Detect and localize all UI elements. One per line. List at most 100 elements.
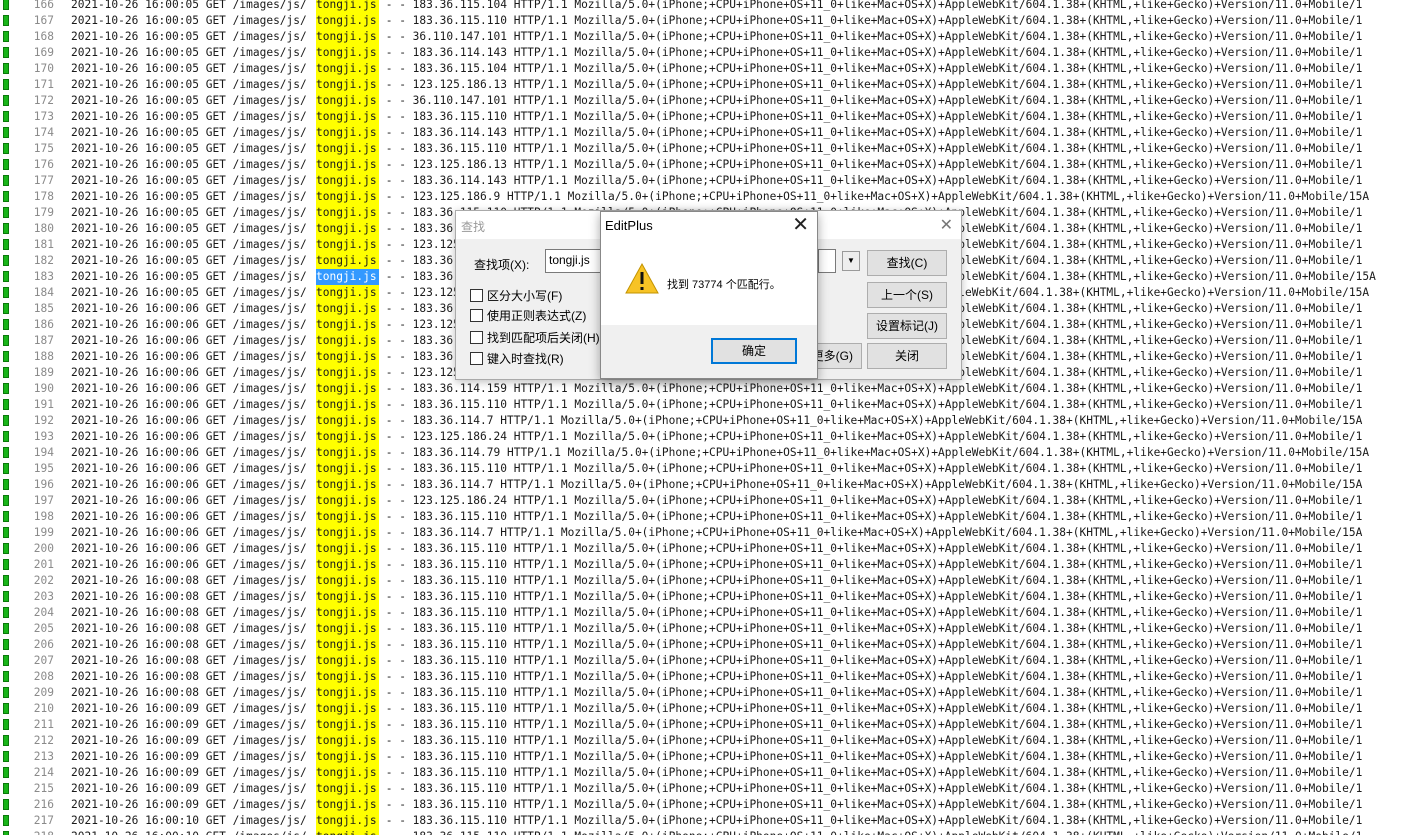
log-line[interactable]: 200 2021-10-26 16:00:06 GET /images/js/to… [0,541,1402,557]
warning-icon [625,262,659,294]
find-as-type-checkbox[interactable]: 键入时查找(R) [470,350,564,367]
set-mark-button[interactable]: 设置标记(J) [867,313,947,339]
log-line[interactable]: 211 2021-10-26 16:00:09 GET /images/js/to… [0,717,1402,733]
log-line[interactable]: 193 2021-10-26 16:00:06 GET /images/js/to… [0,429,1402,445]
log-line[interactable]: 172 2021-10-26 16:00:05 GET /images/js/to… [0,93,1402,109]
line-marker [3,415,9,426]
log-prefix: 2021-10-26 16:00:08 GET /images/js/ [71,654,307,667]
log-line[interactable]: 191 2021-10-26 16:00:06 GET /images/js/to… [0,397,1402,413]
ok-button[interactable]: 确定 [711,338,797,364]
log-prefix: 2021-10-26 16:00:06 GET /images/js/ [71,446,307,459]
log-suffix: - - 183.36.115.110 HTTP/1.1 Mozilla/5.0+… [379,462,1363,475]
message-box-title: EditPlus [605,218,653,233]
line-marker [3,127,9,138]
find-input-dropdown[interactable] [818,249,836,273]
log-suffix: - - 183.36.115.110 HTTP/1.1 Mozilla/5.0+… [379,686,1363,699]
log-prefix: 2021-10-26 16:00:10 GET /images/js/ [71,829,307,835]
log-line[interactable]: 207 2021-10-26 16:00:08 GET /images/js/to… [0,653,1402,669]
search-match: tongji.js [316,813,379,829]
search-match: tongji.js [316,125,379,141]
log-line[interactable]: 197 2021-10-26 16:00:06 GET /images/js/to… [0,493,1402,509]
log-line[interactable]: 190 2021-10-26 16:00:06 GET /images/js/to… [0,381,1402,397]
close-icon[interactable]: ✕ [940,215,953,235]
line-number: 184 [33,286,54,299]
log-line[interactable]: 203 2021-10-26 16:00:08 GET /images/js/to… [0,589,1402,605]
line-number: 213 [33,750,54,763]
line-number: 168 [33,30,54,43]
close-after-match-checkbox[interactable]: 找到匹配项后关闭(H) [470,329,600,346]
log-prefix: 2021-10-26 16:00:06 GET /images/js/ [71,366,307,379]
find-history-button[interactable]: ▼ [842,251,860,271]
log-suffix: - - 183.36.114.143 HTTP/1.1 Mozilla/5.0+… [379,46,1363,59]
line-marker [3,383,9,394]
line-marker [3,815,9,826]
log-line[interactable]: 174 2021-10-26 16:00:05 GET /images/js/to… [0,125,1402,141]
log-prefix: 2021-10-26 16:00:09 GET /images/js/ [71,750,307,763]
log-line[interactable]: 166 2021-10-26 16:00:05 GET /images/js/to… [0,0,1402,13]
editor-area[interactable]: 166 2021-10-26 16:00:05 GET /images/js/to… [0,0,1402,835]
search-match: tongji.js [316,301,379,317]
log-line[interactable]: 205 2021-10-26 16:00:08 GET /images/js/to… [0,621,1402,637]
log-suffix: - - 183.36.115.110 HTTP/1.1 Mozilla/5.0+… [379,734,1363,747]
log-line[interactable]: 204 2021-10-26 16:00:08 GET /images/js/to… [0,605,1402,621]
log-prefix: 2021-10-26 16:00:09 GET /images/js/ [71,766,307,779]
log-line[interactable]: 216 2021-10-26 16:00:09 GET /images/js/to… [0,797,1402,813]
log-prefix: 2021-10-26 16:00:05 GET /images/js/ [71,206,307,219]
log-line[interactable]: 194 2021-10-26 16:00:06 GET /images/js/to… [0,445,1402,461]
log-line[interactable]: 177 2021-10-26 16:00:05 GET /images/js/to… [0,173,1402,189]
log-line[interactable]: 218 2021-10-26 16:00:10 GET /images/js/to… [0,829,1402,835]
log-prefix: 2021-10-26 16:00:08 GET /images/js/ [71,638,307,651]
log-prefix: 2021-10-26 16:00:05 GET /images/js/ [71,286,307,299]
log-line[interactable]: 170 2021-10-26 16:00:05 GET /images/js/to… [0,61,1402,77]
line-marker [3,639,9,650]
close-icon[interactable]: ✕ [792,213,809,237]
search-match: tongji.js [316,61,379,77]
log-line[interactable]: 201 2021-10-26 16:00:06 GET /images/js/to… [0,557,1402,573]
log-line[interactable]: 209 2021-10-26 16:00:08 GET /images/js/to… [0,685,1402,701]
line-number: 185 [33,302,54,315]
log-line[interactable]: 217 2021-10-26 16:00:10 GET /images/js/to… [0,813,1402,829]
search-match: tongji.js [316,445,379,461]
log-line[interactable]: 198 2021-10-26 16:00:06 GET /images/js/to… [0,509,1402,525]
regex-checkbox[interactable]: 使用正则表达式(Z) [470,307,586,324]
log-line[interactable]: 196 2021-10-26 16:00:06 GET /images/js/to… [0,477,1402,493]
log-line[interactable]: 212 2021-10-26 16:00:09 GET /images/js/to… [0,733,1402,749]
log-suffix: - - 183.36.115.110 HTTP/1.1 Mozilla/5.0+… [379,782,1363,795]
close-find-button[interactable]: 关闭 [867,343,947,369]
log-line[interactable]: 173 2021-10-26 16:00:05 GET /images/js/to… [0,109,1402,125]
log-line[interactable]: 195 2021-10-26 16:00:06 GET /images/js/to… [0,461,1402,477]
line-number: 217 [33,814,54,827]
log-line[interactable]: 171 2021-10-26 16:00:05 GET /images/js/to… [0,77,1402,93]
log-line[interactable]: 169 2021-10-26 16:00:05 GET /images/js/to… [0,45,1402,61]
checkbox-box [470,331,483,344]
line-number: 170 [33,62,54,75]
log-line[interactable]: 192 2021-10-26 16:00:06 GET /images/js/to… [0,413,1402,429]
line-marker [3,559,9,570]
log-prefix: 2021-10-26 16:00:06 GET /images/js/ [71,526,307,539]
log-line[interactable]: 178 2021-10-26 16:00:05 GET /images/js/to… [0,189,1402,205]
find-button[interactable]: 查找(C) [867,250,947,276]
line-number: 187 [33,334,54,347]
log-line[interactable]: 208 2021-10-26 16:00:08 GET /images/js/to… [0,669,1402,685]
log-line[interactable]: 213 2021-10-26 16:00:09 GET /images/js/to… [0,749,1402,765]
line-number: 180 [33,222,54,235]
log-line[interactable]: 176 2021-10-26 16:00:05 GET /images/js/to… [0,157,1402,173]
line-number: 175 [33,142,54,155]
search-match: tongji.js [316,29,379,45]
log-line[interactable]: 175 2021-10-26 16:00:05 GET /images/js/to… [0,141,1402,157]
log-line[interactable]: 199 2021-10-26 16:00:06 GET /images/js/to… [0,525,1402,541]
log-suffix: - - 123.125.186.24 HTTP/1.1 Mozilla/5.0+… [379,430,1363,443]
log-line[interactable]: 210 2021-10-26 16:00:09 GET /images/js/to… [0,701,1402,717]
log-line[interactable]: 168 2021-10-26 16:00:05 GET /images/js/to… [0,29,1402,45]
line-number: 188 [33,350,54,363]
case-sensitive-checkbox[interactable]: 区分大小写(F) [470,287,562,304]
log-line[interactable]: 214 2021-10-26 16:00:09 GET /images/js/to… [0,765,1402,781]
log-line[interactable]: 215 2021-10-26 16:00:09 GET /images/js/to… [0,781,1402,797]
log-line[interactable]: 202 2021-10-26 16:00:08 GET /images/js/to… [0,573,1402,589]
log-line[interactable]: 206 2021-10-26 16:00:08 GET /images/js/to… [0,637,1402,653]
previous-button[interactable]: 上一个(S) [867,282,947,308]
search-match: tongji.js [316,765,379,781]
checkbox-box [470,289,483,302]
log-line[interactable]: 167 2021-10-26 16:00:05 GET /images/js/to… [0,13,1402,29]
log-suffix: - - 36.110.147.101 HTTP/1.1 Mozilla/5.0+… [379,30,1363,43]
